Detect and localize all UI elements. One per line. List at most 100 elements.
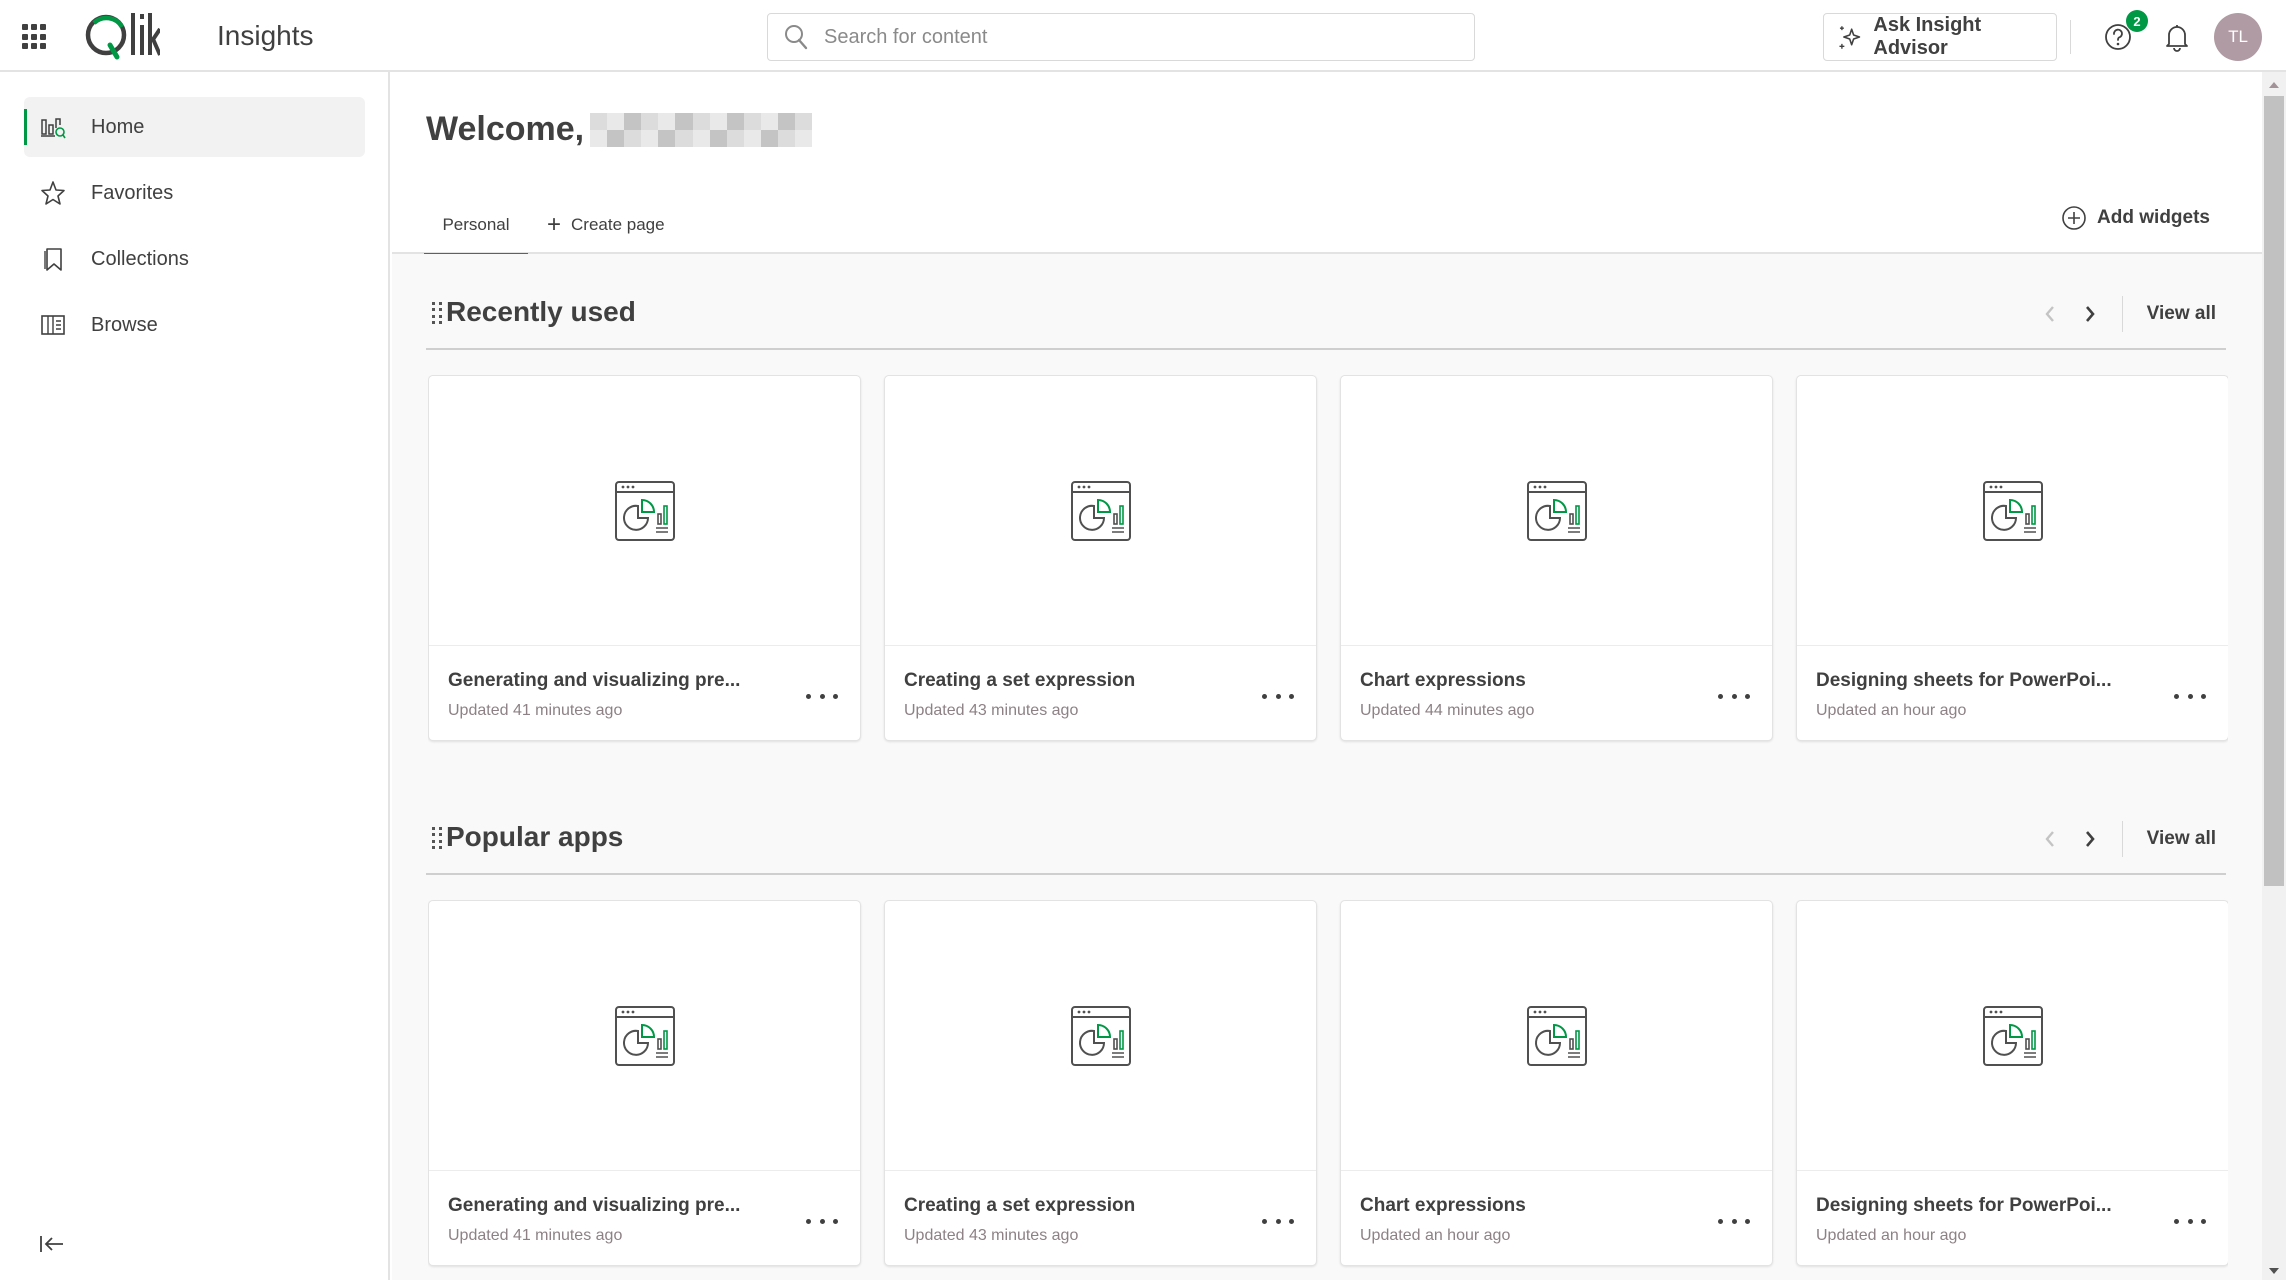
help-notification-badge: 2 (2126, 10, 2148, 32)
recently-used-section: Recently used View all Generating and vi… (426, 280, 2228, 741)
more-options-icon[interactable] (2174, 1211, 2206, 1231)
app-sheet-icon (1070, 1005, 1131, 1066)
app-sheet-icon (1070, 480, 1131, 541)
add-circle-icon (2062, 206, 2086, 230)
home-chart-search-icon (41, 118, 66, 139)
card-title: Creating a set expression (904, 1195, 1136, 1216)
search-box[interactable] (767, 13, 1475, 61)
sidebar: Home Favorites Collections Browse (0, 72, 390, 1280)
section-header: Popular apps View all (426, 805, 2226, 875)
card-title: Generating and visualizing pre... (448, 1195, 741, 1216)
more-options-icon[interactable] (1262, 1211, 1294, 1231)
app-sheet-icon (614, 1005, 675, 1066)
page-header: Welcome, Personal + Create page Add widg… (392, 72, 2262, 256)
sidebar-item-label: Favorites (91, 181, 174, 204)
next-button[interactable] (2070, 294, 2110, 334)
sidebar-item-label: Home (91, 115, 145, 138)
app-card[interactable]: Chart expressions Updated 44 minutes ago (1340, 375, 1773, 741)
collapse-sidebar-icon[interactable] (38, 1232, 66, 1256)
app-card[interactable]: Designing sheets for PowerPoi... Updated… (1796, 900, 2228, 1266)
ask-insight-advisor-label: Ask Insight Advisor (1873, 14, 1982, 59)
previous-button[interactable] (2030, 294, 2070, 334)
card-updated: Updated 41 minutes ago (448, 702, 623, 719)
card-updated: Updated an hour ago (1816, 702, 1967, 719)
card-title: Generating and visualizing pre... (448, 670, 741, 691)
more-options-icon[interactable] (2174, 686, 2206, 706)
more-options-icon[interactable] (1262, 686, 1294, 706)
qlik-logo[interactable] (84, 10, 160, 62)
add-widgets-button[interactable]: Add widgets (2061, 202, 2210, 234)
scroll-down-arrow-icon[interactable] (2269, 1268, 2279, 1274)
app-card[interactable]: Chart expressions Updated an hour ago (1340, 900, 1773, 1266)
tab-personal[interactable]: Personal (424, 196, 528, 256)
previous-button[interactable] (2030, 819, 2070, 859)
card-thumbnail (885, 901, 1316, 1171)
more-options-icon[interactable] (1718, 1211, 1750, 1231)
card-carousel: Generating and visualizing pre... Update… (428, 900, 2228, 1270)
ask-insight-advisor-button[interactable]: Ask Insight Advisor (1823, 13, 2057, 61)
sidebar-item-label: Collections (91, 247, 189, 270)
tab-label: Personal (442, 215, 510, 234)
sidebar-item-collections[interactable]: Collections (24, 229, 365, 289)
star-icon (41, 181, 65, 205)
app-card[interactable]: Generating and visualizing pre... Update… (428, 900, 861, 1266)
card-thumbnail (885, 376, 1316, 646)
sidebar-item-home[interactable]: Home (24, 97, 365, 157)
app-card[interactable]: Designing sheets for PowerPoi... Updated… (1796, 375, 2228, 741)
top-bar: Insights Ask Insight Advisor 2 TL (0, 0, 2286, 72)
next-button[interactable] (2070, 819, 2110, 859)
more-options-icon[interactable] (806, 1211, 838, 1231)
view-all-link[interactable]: View all (2147, 828, 2216, 850)
card-thumbnail (1341, 901, 1772, 1171)
card-updated: Updated 44 minutes ago (1360, 702, 1535, 719)
vertical-scrollbar[interactable] (2262, 72, 2286, 1280)
tab-label: Create page (571, 215, 665, 234)
nav-divider (2121, 821, 2123, 857)
card-title: Chart expressions (1360, 670, 1526, 691)
user-avatar[interactable]: TL (2214, 13, 2262, 61)
app-sheet-icon (1982, 1005, 2043, 1066)
header-divider (2070, 20, 2071, 54)
search-input[interactable] (824, 25, 1424, 49)
card-updated: Updated an hour ago (1360, 1227, 1511, 1244)
card-title: Creating a set expression (904, 670, 1136, 691)
app-sheet-icon (614, 480, 675, 541)
chevron-left-icon (2045, 306, 2054, 322)
sidebar-item-browse[interactable]: Browse (24, 295, 365, 355)
app-sheet-icon (1526, 1005, 1587, 1066)
section-title: Popular apps (446, 821, 624, 852)
search-icon (785, 25, 808, 50)
card-updated: Updated 43 minutes ago (904, 702, 1079, 719)
scroll-up-arrow-icon[interactable] (2269, 82, 2279, 88)
card-thumbnail (429, 376, 860, 646)
app-launcher-grid-icon[interactable] (22, 24, 48, 50)
card-thumbnail (1797, 901, 2228, 1171)
view-all-link[interactable]: View all (2147, 303, 2216, 325)
card-thumbnail (1797, 376, 2228, 646)
more-options-icon[interactable] (806, 686, 838, 706)
widgets-area: Recently used View all Generating and vi… (392, 254, 2262, 1280)
app-sheet-icon (1982, 480, 2043, 541)
scrollbar-thumb[interactable] (2264, 96, 2284, 886)
more-options-icon[interactable] (1718, 686, 1750, 706)
card-updated: Updated 43 minutes ago (904, 1227, 1079, 1244)
card-title: Designing sheets for PowerPoi... (1816, 1195, 2112, 1216)
card-carousel: Generating and visualizing pre... Update… (428, 375, 2228, 745)
welcome-heading: Welcome, (426, 110, 813, 149)
sidebar-item-favorites[interactable]: Favorites (24, 163, 365, 223)
app-card[interactable]: Creating a set expression Updated 43 min… (884, 900, 1317, 1266)
sparkle-icon (1839, 26, 1861, 49)
create-page-button[interactable]: + Create page (547, 196, 665, 254)
card-updated: Updated 41 minutes ago (448, 1227, 623, 1244)
drag-handle-icon[interactable] (432, 302, 442, 324)
sidebar-item-label: Browse (91, 313, 158, 336)
app-card[interactable]: Creating a set expression Updated 43 min… (884, 375, 1317, 741)
popular-apps-section: Popular apps View all Generating and vis… (426, 805, 2228, 1266)
app-card[interactable]: Generating and visualizing pre... Update… (428, 375, 861, 741)
welcome-text: Welcome, (426, 110, 585, 148)
nav-divider (2121, 296, 2123, 332)
notifications-bell-icon[interactable] (2163, 22, 2191, 52)
redacted-user-name (590, 112, 813, 147)
drag-handle-icon[interactable] (432, 827, 442, 849)
card-thumbnail (1341, 376, 1772, 646)
